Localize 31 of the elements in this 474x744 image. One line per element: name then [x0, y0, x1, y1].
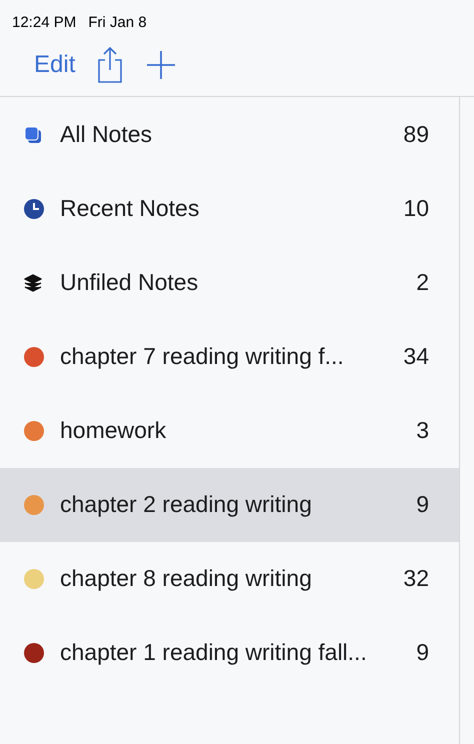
- sidebar-item[interactable]: chapter 7 reading writing f... 34: [0, 320, 459, 394]
- layers-icon: [24, 274, 42, 292]
- item-label: chapter 2 reading writing: [60, 490, 313, 520]
- clock-icon: [24, 198, 44, 218]
- item-count: 2: [416, 268, 429, 298]
- item-label: Unfiled Notes: [60, 268, 200, 298]
- item-label: chapter 7 reading writing f...: [60, 342, 345, 372]
- add-icon[interactable]: [145, 49, 178, 81]
- item-count: 32: [403, 564, 429, 594]
- sidebar-item[interactable]: homework 3: [0, 394, 459, 468]
- sidebar-item[interactable]: All Notes 89: [0, 98, 459, 172]
- sidebar-item[interactable]: Recent Notes 10: [0, 172, 459, 246]
- item-label: All Notes: [60, 120, 154, 150]
- sidebar-item[interactable]: chapter 2 reading writing 9: [0, 468, 459, 542]
- item-label: chapter 1 reading writing fall...: [60, 638, 368, 668]
- item-label: Recent Notes: [60, 194, 200, 224]
- item-count: 34: [403, 342, 429, 372]
- status-time: 12:24 PM: [12, 13, 76, 33]
- item-count: 9: [416, 638, 429, 668]
- sidebar-item[interactable]: chapter 1 reading writing fall... 9: [0, 616, 459, 690]
- item-label: homework: [60, 416, 168, 446]
- status-date: Fri Jan 8: [88, 13, 147, 33]
- item-count: 89: [403, 120, 429, 150]
- item-count: 3: [416, 416, 429, 446]
- item-label: chapter 8 reading writing: [60, 564, 313, 594]
- edit-button[interactable]: Edit: [34, 47, 76, 83]
- sidebar-item[interactable]: chapter 8 reading writing 32: [0, 542, 459, 616]
- item-count: 9: [416, 490, 429, 520]
- sidebar-item[interactable]: Unfiled Notes 2: [0, 246, 459, 320]
- notes-stack-icon: [24, 126, 42, 144]
- item-count: 10: [403, 194, 429, 224]
